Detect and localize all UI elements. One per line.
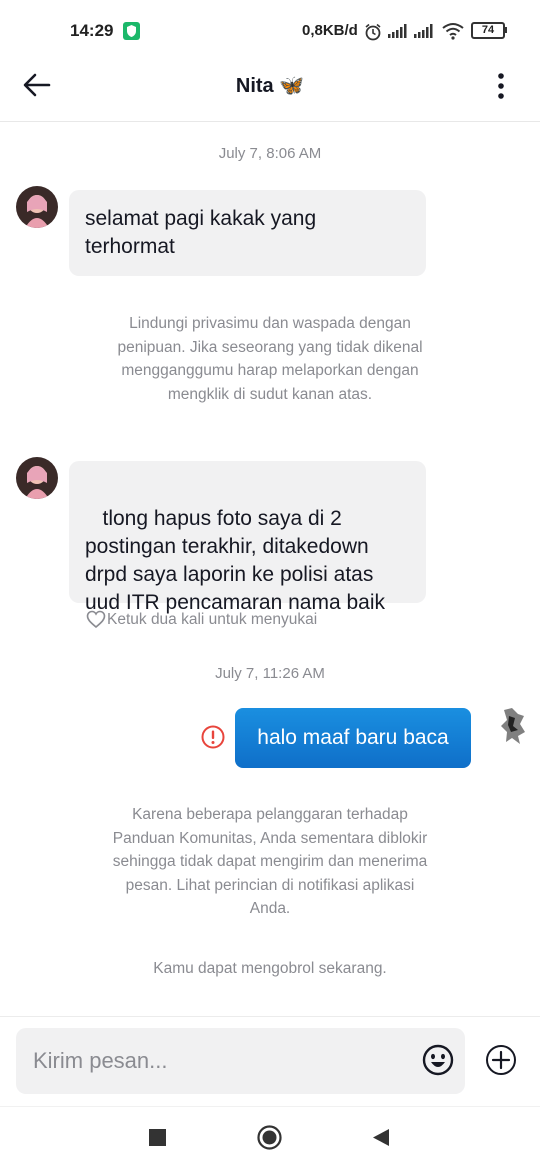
avatar-image [16,457,58,499]
signal-icon [388,24,407,38]
recent-apps-button[interactable] [149,1129,166,1146]
battery-level: 74 [471,22,505,39]
emoji-icon[interactable] [422,1044,454,1076]
like-hint: Ketuk dua kali untuk menyukai [107,611,318,628]
chat-title[interactable]: Nita 🦋 [0,73,540,98]
status-time: 14:29 [70,21,114,40]
alarm-icon [365,23,381,41]
heart-icon[interactable] [86,610,106,629]
home-button-icon[interactable] [257,1125,282,1150]
status-bar: 14:29 0,8KB/d 74 [0,0,540,62]
system-notice: Lindungi privasimu dan waspada dengan pe… [117,315,423,403]
chat-available-notice: Kamu dapat mengobrol sekarang. [153,960,387,977]
shield-icon [123,22,140,40]
composer-divider [0,1016,540,1017]
more-vertical-icon[interactable] [490,70,512,102]
network-speed: 0,8KB/d [302,22,358,39]
wifi-icon [442,23,464,40]
outgoing-message[interactable]: halo maaf baru baca [235,708,471,768]
message-text: selamat pagi kakak yang terhormat [85,207,317,258]
avatar[interactable] [16,457,58,499]
timestamp: July 7, 11:26 AM [215,665,325,682]
incoming-message[interactable]: selamat pagi kakak yang terhormat [69,190,426,276]
avatar-image [16,186,58,228]
battery-tip [505,27,507,33]
block-notice: Karena beberapa pelanggaran terhadap Pan… [112,806,428,917]
error-icon[interactable] [201,725,225,749]
message-input[interactable] [16,1028,465,1094]
nav-divider [0,1106,540,1107]
message-text: tlong hapus foto saya di 2 postingan ter… [85,507,385,614]
incoming-message[interactable]: tlong hapus foto saya di 2 postingan ter… [69,461,426,614]
header-divider [0,121,540,122]
back-triangle-icon[interactable] [372,1128,390,1147]
plus-circle-icon[interactable] [485,1044,517,1076]
timestamp: July 7, 8:06 AM [218,145,322,162]
own-avatar[interactable] [498,706,528,746]
own-avatar-image [498,706,528,746]
avatar[interactable] [16,186,58,228]
battery-indicator: 74 [471,22,507,39]
signal-icon-2 [414,24,433,38]
